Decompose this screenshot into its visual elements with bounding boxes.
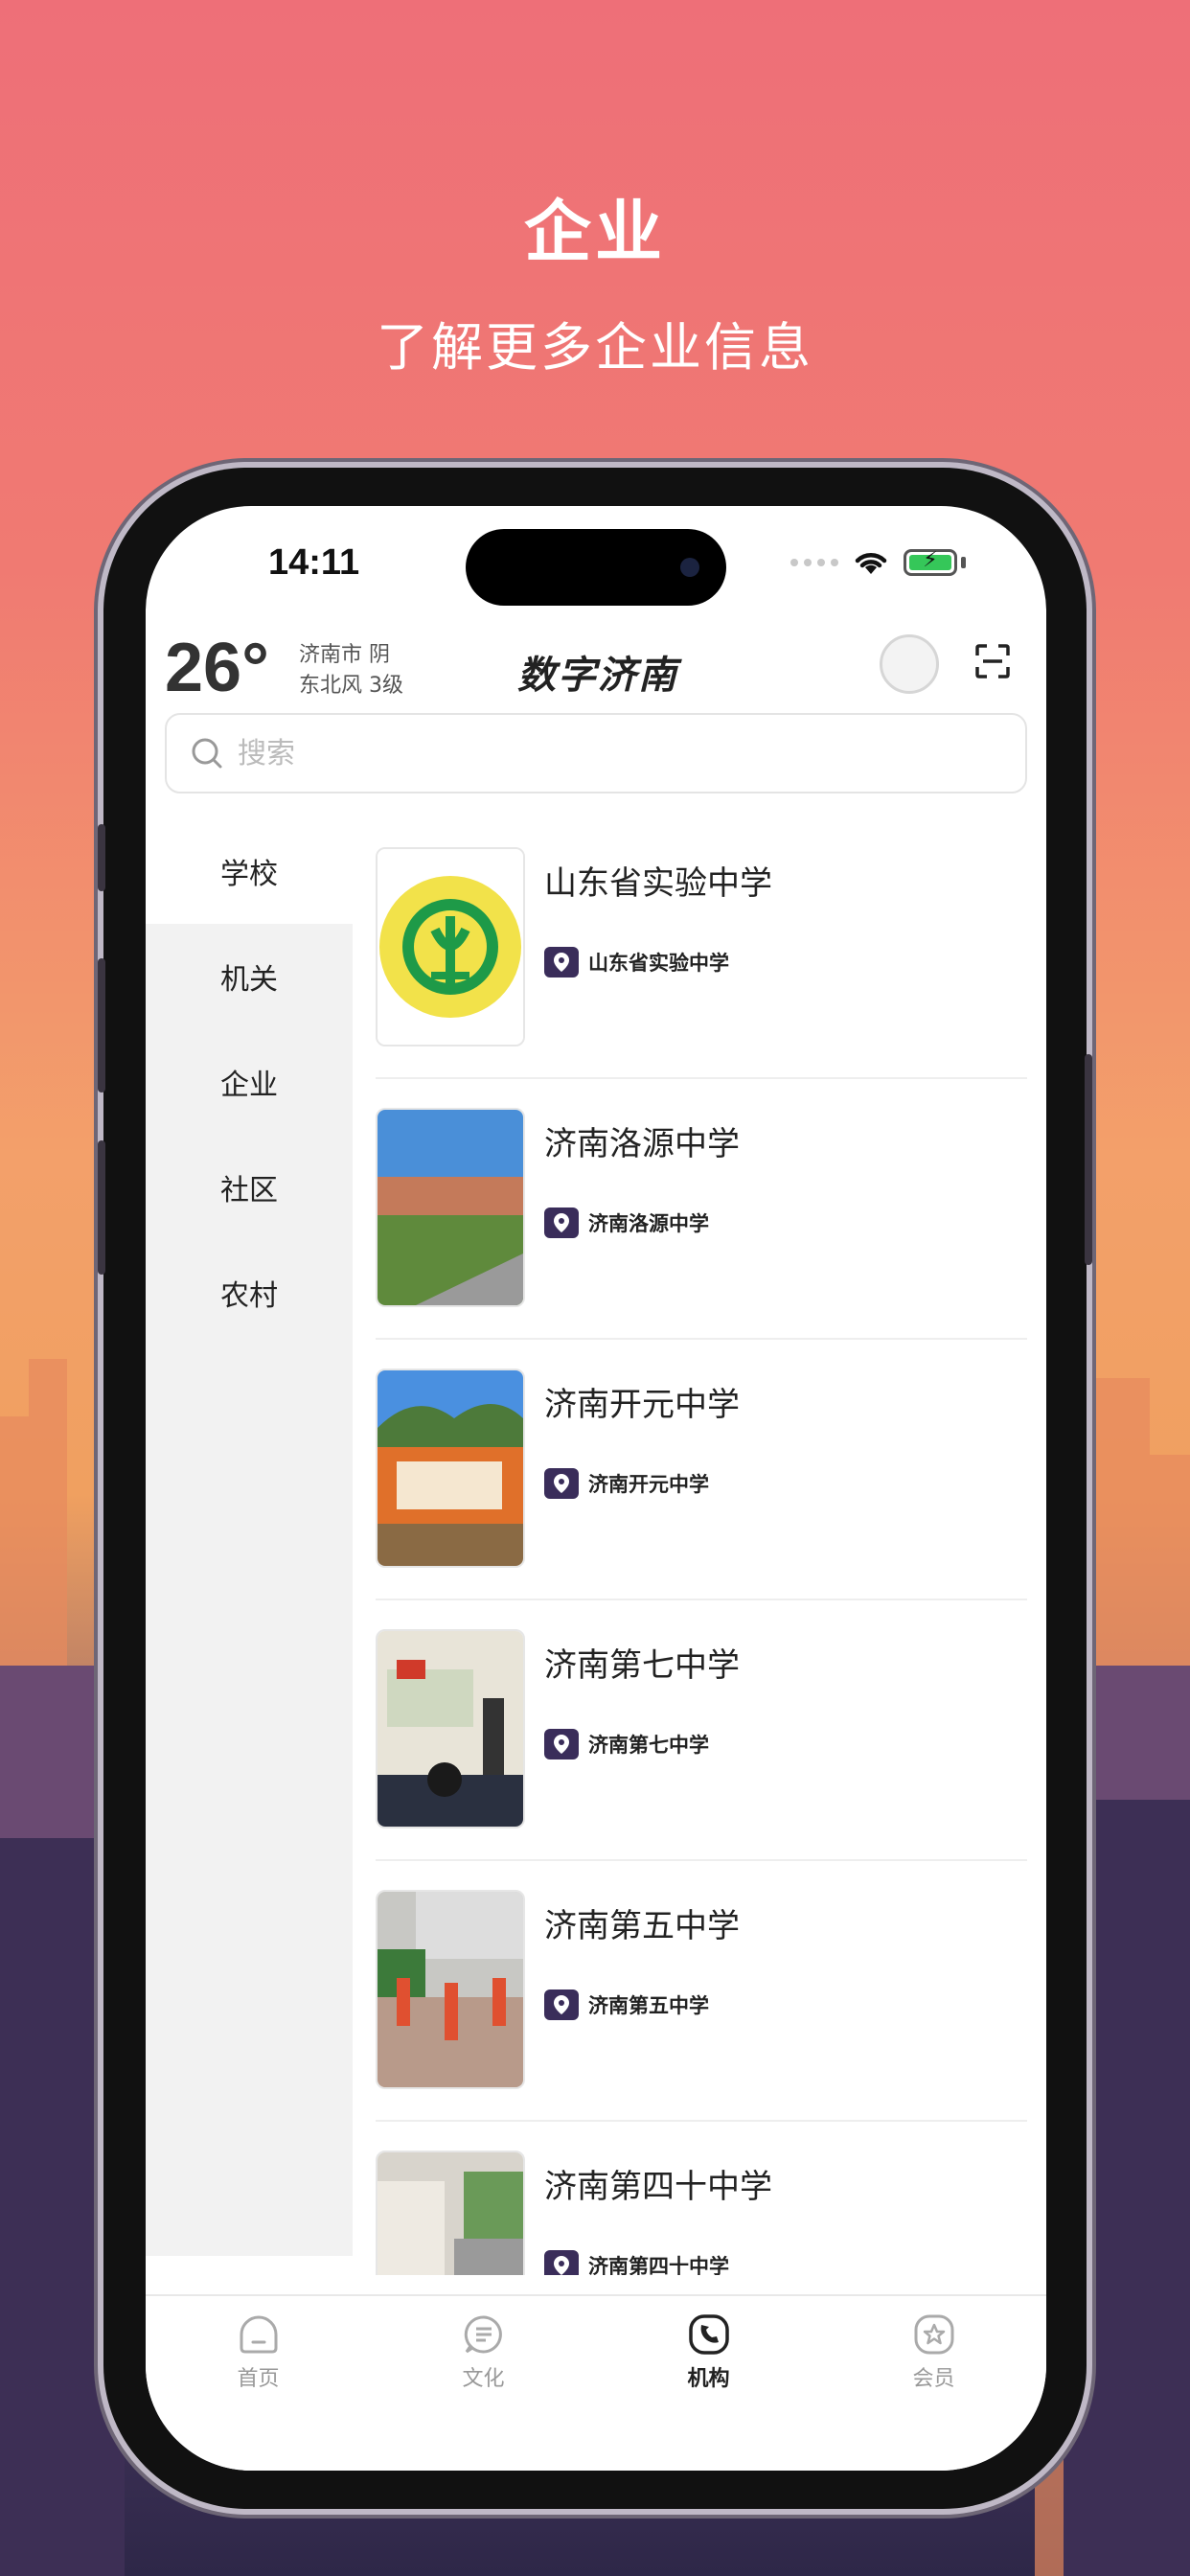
home-icon	[240, 2315, 277, 2354]
institution-name: 济南第五中学	[544, 1907, 740, 1945]
search-bar[interactable]	[165, 713, 1027, 794]
location-tag-label: 济南第七中学	[588, 1734, 709, 1757]
battery-icon: ⚡	[904, 548, 957, 576]
list-item[interactable]: 济南洛源中学 济南洛源中学	[376, 1079, 1027, 1340]
tab-member[interactable]: 会员	[821, 2296, 1046, 2471]
tab-label: 文化	[462, 2367, 505, 2391]
location-pin-icon	[544, 947, 579, 978]
location-tag: 山东省实验中学	[544, 947, 729, 978]
member-icon	[914, 2314, 953, 2355]
weather-wind: 东北风 3级	[299, 674, 403, 698]
promo-title: 企业	[524, 193, 666, 271]
signal-dots-icon	[790, 559, 838, 566]
scan-icon[interactable]	[973, 642, 1012, 680]
app-title: 数字济南	[517, 653, 678, 698]
location-tag: 济南第五中学	[544, 1990, 709, 2020]
weather-info: 济南市 阴 东北风 3级	[299, 640, 403, 702]
location-pin-icon	[544, 1468, 579, 1499]
culture-icon	[464, 2315, 502, 2354]
sidebar-item-village[interactable]: 农村	[146, 1240, 353, 1346]
location-tag-label: 山东省实验中学	[588, 952, 729, 975]
phone-volume-down	[98, 1140, 105, 1275]
list-item[interactable]: 济南开元中学 济南开元中学	[376, 1340, 1027, 1600]
battery-tip	[961, 557, 966, 568]
bottom-tab-bar: 首页 文化 机构 会员	[146, 2294, 1046, 2471]
location-tag-label: 济南第四十中学	[588, 2255, 729, 2275]
search-icon	[192, 738, 222, 769]
classroom-photo-image	[376, 1629, 525, 1828]
tab-institution[interactable]: 机构	[596, 2296, 821, 2471]
promo-subtitle: 了解更多企业信息	[377, 317, 813, 378]
sidebar-item-government[interactable]: 机关	[146, 924, 353, 1029]
tab-culture[interactable]: 文化	[371, 2296, 596, 2471]
tab-label: 会员	[912, 2367, 955, 2391]
location-tag: 济南开元中学	[544, 1468, 709, 1499]
camera-icon	[680, 558, 699, 577]
location-pin-icon	[544, 1990, 579, 2020]
avatar-icon[interactable]	[880, 634, 939, 694]
location-pin-icon	[544, 1208, 579, 1238]
institution-name: 济南洛源中学	[544, 1125, 740, 1163]
school-gate-photo-image	[376, 2150, 525, 2275]
location-tag: 济南第四十中学	[544, 2250, 729, 2275]
location-pin-icon	[544, 1729, 579, 1760]
institution-name: 济南第七中学	[544, 1646, 740, 1685]
institution-name: 济南第四十中学	[544, 2168, 772, 2206]
weather-city-condition: 济南市 阴	[299, 643, 390, 667]
phone-power-button	[1085, 1054, 1092, 1265]
school-photo-image	[376, 1108, 525, 1307]
list-item[interactable]: 济南第四十中学 济南第四十中学	[376, 2122, 1027, 2275]
tab-home[interactable]: 首页	[146, 2296, 371, 2471]
location-tag: 济南洛源中学	[544, 1208, 709, 1238]
institution-list: 山东省实验中学 山东省实验中学 济南洛源中学 济南洛源中学 济南开元中学 济南开…	[376, 818, 1027, 2275]
sidebar-item-community[interactable]: 社区	[146, 1135, 353, 1240]
students-photo-image	[376, 1890, 525, 2089]
institution-name: 济南开元中学	[544, 1386, 740, 1424]
institution-name: 山东省实验中学	[544, 864, 772, 903]
wifi-icon	[855, 553, 887, 574]
institution-icon	[688, 2314, 729, 2355]
tab-label: 首页	[237, 2367, 280, 2391]
app-header: 26° 济南市 阴 东北风 3级 数字济南	[165, 629, 1027, 724]
sidebar-item-school[interactable]: 学校	[146, 818, 353, 924]
phone-volume-up	[98, 958, 105, 1092]
school-photo-image	[376, 1368, 525, 1568]
temperature: 26°	[165, 630, 269, 706]
status-icons: ⚡	[790, 548, 966, 577]
list-item[interactable]: 济南第五中学 济南第五中学	[376, 1861, 1027, 2122]
sidebar-item-enterprise[interactable]: 企业	[146, 1029, 353, 1135]
school-logo-image	[376, 847, 525, 1046]
tab-label: 机构	[687, 2367, 730, 2391]
status-time: 14:11	[268, 542, 360, 583]
location-tag-label: 济南第五中学	[588, 1994, 709, 2017]
dynamic-island	[466, 529, 726, 606]
list-item[interactable]: 山东省实验中学 山东省实验中学	[376, 818, 1027, 1079]
location-tag-label: 济南开元中学	[588, 1473, 709, 1496]
category-sidebar: 学校 机关 企业 社区 农村	[146, 818, 353, 2256]
list-item[interactable]: 济南第七中学 济南第七中学	[376, 1600, 1027, 1861]
phone-screen: 14:11 ⚡ 26° 济南市 阴 东北风 3级 数字济南 搜索 学校 机关 企…	[146, 506, 1046, 2471]
location-tag: 济南第七中学	[544, 1729, 709, 1760]
location-tag-label: 济南洛源中学	[588, 1212, 709, 1235]
phone-silent-switch	[98, 824, 105, 891]
location-pin-icon	[544, 2250, 579, 2275]
search-input[interactable]	[236, 735, 910, 771]
